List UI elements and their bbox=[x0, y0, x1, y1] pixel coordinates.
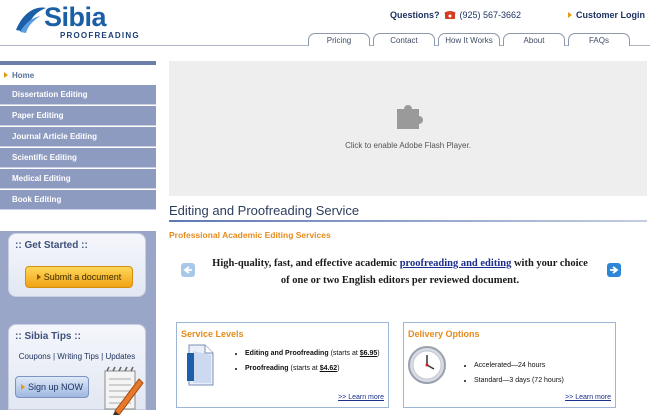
tab-about[interactable]: About bbox=[503, 33, 565, 46]
service-levels-card: Service Levels Editing and Proofreading … bbox=[176, 322, 389, 408]
price-text: (starts at bbox=[328, 350, 360, 357]
questions-label: Questions? bbox=[390, 10, 440, 20]
phone-number: (925) 567-3662 bbox=[459, 10, 522, 20]
sidebar-item-scientific-editing[interactable]: Scientific Editing bbox=[0, 148, 156, 168]
proofreading-editing-link[interactable]: proofreading and editing bbox=[400, 258, 512, 269]
list-item: Editing and Proofreading (starts at $6.9… bbox=[245, 349, 383, 358]
list-item: Proofreading (starts at $4.62) bbox=[245, 364, 383, 373]
list-item: Standard—3 days (72 hours) bbox=[474, 376, 612, 385]
tab-faqs[interactable]: FAQs bbox=[568, 33, 630, 46]
editing-price-link[interactable]: $6.95 bbox=[360, 350, 378, 357]
logo-subtitle: PROOFREADING bbox=[60, 31, 140, 40]
tips-links[interactable]: Coupons | Writing Tips | Updates bbox=[9, 352, 145, 361]
customer-login-label: Customer Login bbox=[576, 10, 645, 20]
sign-up-button[interactable]: Sign up NOW bbox=[15, 376, 89, 398]
price-text: ) bbox=[337, 365, 340, 372]
sidebar-top-bar bbox=[0, 61, 156, 65]
clock-icon bbox=[408, 346, 446, 384]
section-subtitle: Professional Academic Editing Services bbox=[169, 230, 331, 240]
arrow-left-icon bbox=[183, 266, 192, 274]
delivery-options-card: Delivery Options Accelerated—24 hours St… bbox=[403, 322, 616, 408]
notepad-pencil-icon bbox=[104, 366, 144, 415]
service-levels-list: Editing and Proofreading (starts at $6.9… bbox=[235, 349, 383, 379]
flash-enable-text: Click to enable Adobe Flash Player. bbox=[345, 141, 471, 150]
service-levels-learn-more-link[interactable]: >> Learn more bbox=[338, 394, 384, 401]
tab-how-it-works[interactable]: How It Works bbox=[438, 33, 500, 46]
price-text: ) bbox=[377, 350, 380, 357]
puzzle-piece-icon bbox=[397, 105, 423, 129]
sidebar-item-paper-editing[interactable]: Paper Editing bbox=[0, 106, 156, 126]
phone-icon bbox=[443, 11, 456, 19]
title-divider bbox=[169, 220, 647, 222]
submit-document-button[interactable]: Submit a document bbox=[25, 266, 133, 288]
arrow-right-icon bbox=[610, 266, 619, 274]
sibia-logo[interactable]: Sibia PROOFREADING bbox=[14, 2, 139, 40]
get-started-box: :: Get Started :: Submit a document bbox=[8, 233, 146, 297]
sibia-tips-title: :: Sibia Tips :: bbox=[15, 331, 81, 342]
service-name: Proofreading bbox=[245, 365, 289, 372]
sidebar-item-home[interactable]: Home bbox=[0, 67, 156, 83]
sidebar: Home Dissertation Editing Paper Editing … bbox=[0, 61, 156, 415]
page-title: Editing and Proofreading Service bbox=[169, 203, 360, 218]
delivery-learn-more-link[interactable]: >> Learn more bbox=[565, 394, 611, 401]
get-started-title: :: Get Started :: bbox=[15, 240, 88, 251]
service-levels-title: Service Levels bbox=[181, 329, 244, 339]
previous-slide-button[interactable] bbox=[181, 263, 195, 277]
price-text: (starts at bbox=[288, 365, 320, 372]
arrow-right-icon bbox=[4, 72, 8, 78]
contact-phone: Questions? (925) 567-3662 bbox=[390, 10, 521, 20]
customer-login-link[interactable]: Customer Login bbox=[568, 10, 645, 20]
arrow-right-icon bbox=[568, 12, 572, 18]
flash-player-placeholder[interactable]: Click to enable Adobe Flash Player. bbox=[169, 61, 647, 196]
intro-text: High-quality, fast, and effective academ… bbox=[210, 255, 590, 289]
sidebar-item-book-editing[interactable]: Book Editing bbox=[0, 190, 156, 210]
main-nav: Pricing Contact How It Works About FAQs bbox=[308, 33, 630, 46]
tab-contact[interactable]: Contact bbox=[373, 33, 435, 46]
tab-pricing[interactable]: Pricing bbox=[308, 33, 370, 46]
sidebar-item-medical-editing[interactable]: Medical Editing bbox=[0, 169, 156, 189]
arrow-right-icon bbox=[20, 384, 25, 390]
sign-up-label: Sign up NOW bbox=[27, 382, 84, 392]
proofreading-price-link[interactable]: $4.62 bbox=[320, 365, 338, 372]
arrow-right-icon bbox=[36, 274, 41, 280]
intro-text-part: High-quality, fast, and effective academ… bbox=[212, 258, 400, 269]
sibia-tips-box: :: Sibia Tips :: Coupons | Writing Tips … bbox=[8, 324, 146, 415]
sidebar-item-dissertation-editing[interactable]: Dissertation Editing bbox=[0, 85, 156, 105]
sidebar-item-label: Home bbox=[12, 70, 35, 80]
swoosh-logo-icon bbox=[16, 7, 46, 33]
next-slide-button[interactable] bbox=[607, 263, 621, 277]
document-icon bbox=[187, 344, 214, 386]
submit-document-label: Submit a document bbox=[43, 272, 122, 282]
service-name: Editing and Proofreading bbox=[245, 350, 329, 357]
list-item: Accelerated—24 hours bbox=[474, 361, 612, 370]
delivery-options-title: Delivery Options bbox=[408, 329, 480, 339]
sidebar-item-journal-article-editing[interactable]: Journal Article Editing bbox=[0, 127, 156, 147]
delivery-options-list: Accelerated—24 hours Standard—3 days (72… bbox=[464, 361, 612, 391]
logo-name: Sibia bbox=[44, 2, 107, 32]
